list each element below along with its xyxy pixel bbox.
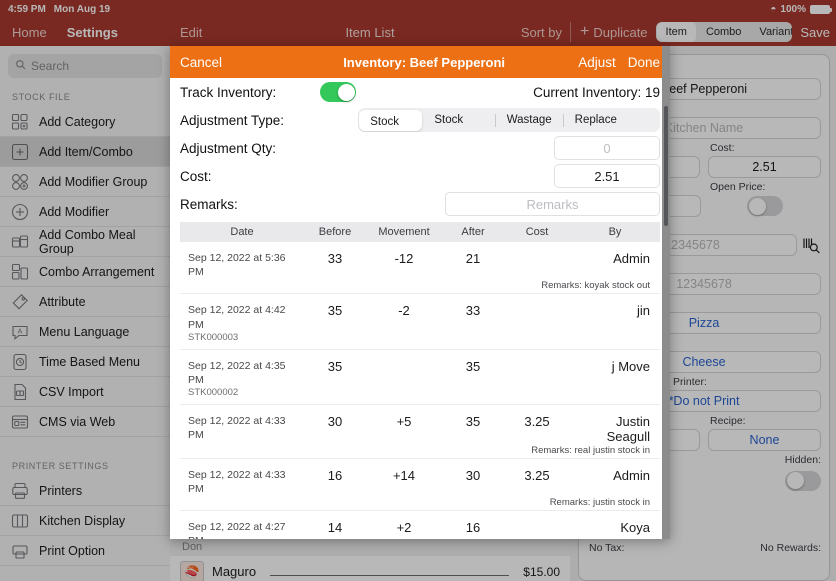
cell-date-text: Sep 12, 2022 at 4:42 PM: [188, 304, 286, 331]
cell-remark: Remarks: koyak stock out: [541, 280, 650, 292]
adjustment-qty-label: Adjustment Qty:: [180, 140, 277, 156]
toggle-knob: [337, 83, 355, 101]
cell-movement: [366, 359, 442, 400]
cell-after: 30: [465, 467, 481, 483]
segment-wastage[interactable]: Wastage: [496, 108, 563, 132]
cell-after: 33: [465, 303, 481, 319]
cell-after: 16: [465, 520, 481, 535]
table-row[interactable]: Sep 12, 2022 at 4:35 PM STK000002 35 35 …: [180, 350, 660, 405]
cell-after: 35: [465, 358, 481, 374]
segment-stock-out[interactable]: Stock Out: [423, 108, 494, 132]
modal-cost-label: Cost:: [180, 168, 212, 184]
cell-date-text: Sep 12, 2022 at 4:33 PM: [188, 414, 286, 441]
cell-before: 33: [327, 251, 343, 266]
table-row[interactable]: Sep 12, 2022 at 4:42 PM STK000003 35 -2 …: [180, 294, 660, 350]
cell-cost: 3.25: [524, 467, 550, 483]
cell-date-ref: STK000002: [188, 386, 239, 398]
modal-scrollbar[interactable]: [664, 106, 668, 226]
modal-cost-input[interactable]: 2.51: [554, 164, 660, 188]
current-inventory-text: Current Inventory: 19: [533, 84, 660, 100]
modal-body: Track Inventory: Current Inventory: 19 A…: [170, 78, 670, 539]
cell-cost: [504, 251, 570, 279]
col-by: By: [608, 226, 622, 238]
cell-after: 35: [465, 413, 481, 429]
table-row[interactable]: Sep 12, 2022 at 4:33 PM 30 +5 35 3.25 Ju…: [180, 405, 660, 459]
cell-movement: +5: [396, 413, 412, 429]
cell-by: jin: [636, 303, 650, 319]
cell-movement: -12: [394, 251, 414, 266]
col-before: Before: [318, 226, 352, 238]
cell-before: 30: [327, 413, 343, 429]
modal-header: Cancel Inventory: Beef Pepperoni Adjust …: [170, 46, 670, 78]
cell-cost: [504, 520, 570, 539]
segment-stock-in[interactable]: Stock In: [359, 109, 422, 131]
table-row[interactable]: Sep 12, 2022 at 4:27 PM STK000001 14 +2 …: [180, 511, 660, 539]
cell-before: 35: [327, 303, 343, 319]
history-table-body[interactable]: Sep 12, 2022 at 5:36 PM 33 -12 21 Admin …: [180, 242, 660, 539]
cell-movement: -2: [398, 303, 410, 319]
adjustment-qty-input[interactable]: 0: [554, 136, 660, 160]
cell-date-ref: STK000003: [188, 331, 239, 343]
cell-date: Sep 12, 2022 at 4:33 PM: [180, 414, 304, 444]
cell-after: 21: [465, 251, 481, 266]
remarks-row: Remarks: Remarks: [180, 190, 660, 218]
table-row[interactable]: Sep 12, 2022 at 5:36 PM 33 -12 21 Admin …: [180, 242, 660, 295]
cell-remark: Remarks: justin stock in: [549, 497, 650, 508]
app-screen: 4:59 PM Mon Aug 19 ◓ 100% Home Settings …: [0, 0, 836, 581]
cell-movement: +2: [396, 520, 412, 535]
cell-before: 14: [327, 520, 343, 535]
history-table-header: Date Before Movement After Cost By: [180, 222, 660, 242]
cell-date-text: Sep 12, 2022 at 5:36 PM: [188, 252, 286, 279]
cell-date-text: Sep 12, 2022 at 4:33 PM: [188, 468, 286, 495]
adjustment-qty-row: Adjustment Qty: 0: [180, 134, 660, 162]
cell-cost: [504, 303, 570, 344]
cancel-button[interactable]: Cancel: [180, 55, 270, 70]
cell-cost: [504, 359, 570, 400]
cell-movement: +14: [392, 467, 416, 483]
cell-by: Admin: [613, 251, 650, 266]
remarks-input[interactable]: Remarks: [445, 192, 660, 216]
cell-date: Sep 12, 2022 at 4:33 PM: [180, 468, 304, 496]
segment-replace-count[interactable]: Replace Count: [564, 108, 660, 132]
cell-date: Sep 12, 2022 at 4:35 PM STK000002: [180, 359, 304, 400]
cell-by: Koya: [620, 520, 650, 535]
done-button[interactable]: Done: [628, 55, 660, 70]
cell-date: Sep 12, 2022 at 4:27 PM STK000001: [180, 520, 304, 539]
adjustment-type-label: Adjustment Type:: [180, 112, 285, 128]
track-inventory-row: Track Inventory: Current Inventory: 19: [180, 78, 660, 106]
col-cost: Cost: [525, 226, 549, 238]
cell-by: j Move: [611, 358, 650, 374]
col-movement: Movement: [378, 226, 430, 238]
remarks-label: Remarks:: [180, 196, 238, 212]
cell-remark: Remarks: real justin stock in: [531, 444, 650, 456]
cell-cost: 3.25: [524, 413, 550, 429]
cell-by: Admin: [613, 467, 650, 483]
col-after: After: [461, 226, 485, 238]
cell-date-text: Sep 12, 2022 at 4:27 PM: [188, 521, 286, 539]
cell-date: Sep 12, 2022 at 4:42 PM STK000003: [180, 303, 304, 344]
col-date: Date: [230, 226, 254, 238]
adjustment-type-row: Adjustment Type: Stock In Stock Out Wast…: [180, 106, 660, 134]
cell-before: 35: [327, 358, 343, 374]
cell-date-text: Sep 12, 2022 at 4:35 PM: [188, 359, 286, 386]
cost-row: Cost: 2.51: [180, 162, 660, 190]
cell-date: Sep 12, 2022 at 5:36 PM: [180, 251, 304, 279]
inventory-modal: Cancel Inventory: Beef Pepperoni Adjust …: [170, 46, 670, 539]
modal-title: Inventory: Beef Pepperoni: [343, 54, 505, 70]
adjustment-type-segmented-control[interactable]: Stock In Stock Out Wastage Replace Count: [357, 108, 660, 132]
adjust-button[interactable]: Adjust: [578, 55, 616, 70]
cell-before: 16: [327, 467, 343, 483]
track-inventory-toggle[interactable]: [320, 82, 356, 102]
table-row[interactable]: Sep 12, 2022 at 4:33 PM 16 +14 30 3.25 A…: [180, 459, 660, 511]
cell-by: Justin Seagull: [606, 413, 650, 444]
